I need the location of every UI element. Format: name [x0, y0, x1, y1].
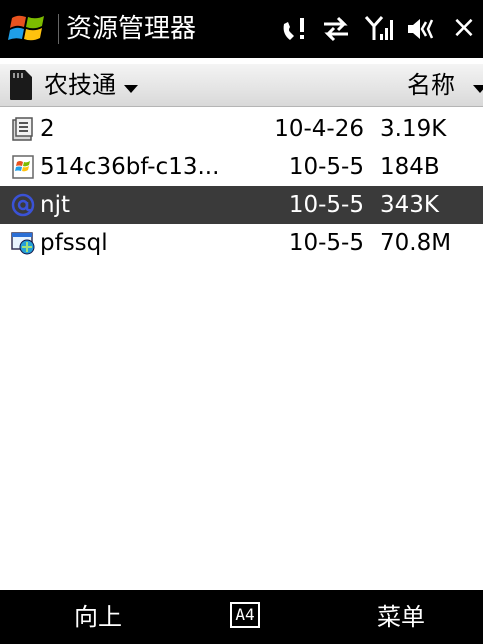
file-size: 343K [380, 192, 439, 218]
file-size: 3.19K [380, 116, 447, 142]
file-row[interactable]: 2 10-4-26 3.19K [0, 110, 483, 148]
file-name: 514c36bf-c13... [40, 154, 220, 180]
menu-softkey[interactable]: 菜单 [377, 600, 425, 634]
windows-flag-icon[interactable] [8, 10, 48, 48]
file-list: 2 10-4-26 3.19K 514c36bf-c13... 10-5-5 1… [0, 110, 483, 262]
image-file-icon [12, 155, 34, 179]
up-softkey[interactable]: 向上 [74, 600, 122, 634]
phone-signal-icon[interactable] [278, 12, 312, 46]
file-row[interactable]: pfssql 10-5-5 70.8M [0, 224, 483, 262]
file-name: pfssql [40, 230, 108, 256]
file-size: 70.8M [380, 230, 452, 256]
file-date: 10-5-5 [288, 192, 364, 218]
file-date: 10-4-26 [274, 116, 364, 142]
signal-strength-icon[interactable] [362, 12, 396, 46]
input-method-indicator[interactable]: A4 [230, 602, 260, 628]
app-title: 资源管理器 [66, 14, 197, 44]
folder-chevron-down-icon[interactable] [124, 85, 138, 93]
file-row-selected[interactable]: njt 10-5-5 343K [0, 186, 483, 224]
status-icons [278, 12, 446, 46]
file-row[interactable]: 514c36bf-c13... 10-5-5 184B [0, 148, 483, 186]
title-bar: 资源管理器 × [0, 0, 483, 58]
softkey-bar: 向上 A4 菜单 [0, 590, 483, 644]
file-size: 184B [380, 154, 440, 180]
sort-chevron-down-icon[interactable] [473, 85, 483, 93]
file-name: njt [40, 192, 70, 218]
sort-dropdown[interactable]: 名称 [407, 69, 455, 101]
folder-header: 农技通 名称 [0, 64, 483, 107]
title-separator [58, 14, 59, 44]
file-name: 2 [40, 116, 55, 142]
sync-icon[interactable] [320, 12, 354, 46]
database-file-icon [11, 232, 35, 255]
folder-dropdown[interactable]: 农技通 [44, 69, 116, 101]
volume-icon[interactable] [404, 12, 438, 46]
file-date: 10-5-5 [288, 230, 364, 256]
close-button[interactable]: × [447, 10, 481, 46]
file-icon [12, 117, 33, 141]
web-file-icon [11, 193, 35, 217]
file-date: 10-5-5 [288, 154, 364, 180]
storage-card-icon [10, 70, 32, 100]
